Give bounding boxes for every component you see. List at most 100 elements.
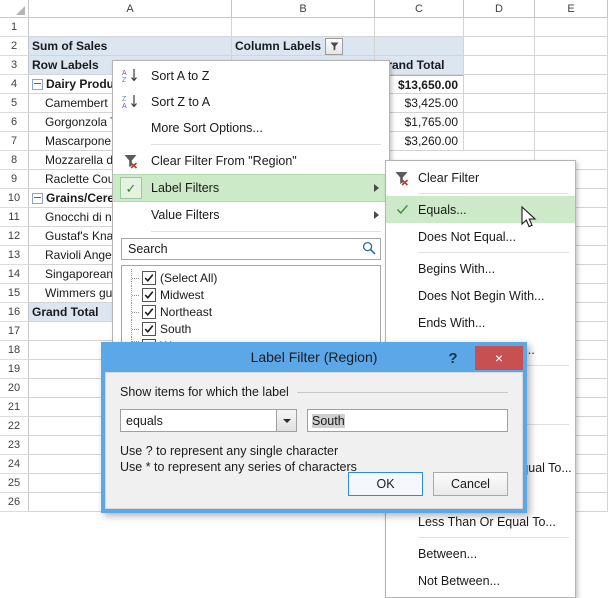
menu-item-sort-a-to-z[interactable]: A Z Sort A to Z [113, 63, 389, 89]
cell-a2[interactable]: Sum of Sales [29, 37, 232, 56]
checklist-item-select-all[interactable]: (Select All) [124, 269, 378, 286]
checklist-item-label: Northeast [160, 304, 213, 319]
cell-d2[interactable] [464, 37, 535, 56]
row-header-23[interactable]: 23 [0, 436, 29, 455]
row-header-9[interactable]: 9 [0, 170, 29, 189]
column-header-b[interactable]: B [232, 0, 375, 18]
checkbox-icon[interactable] [142, 287, 156, 302]
row-header-14[interactable]: 14 [0, 265, 29, 284]
cell-b2-label: Column Labels [235, 39, 322, 53]
row-header-19[interactable]: 19 [0, 360, 29, 379]
cell-b2[interactable]: Column Labels [232, 37, 375, 56]
label-filter-dialog: Label Filter (Region) ? × Show items for… [101, 342, 527, 513]
column-header-e[interactable]: E [535, 0, 608, 18]
search-icon[interactable] [362, 241, 376, 258]
cell-e2[interactable] [535, 37, 608, 56]
checklist-item-south[interactable]: South [124, 320, 378, 337]
submenu-item-ends-with[interactable]: Ends With... [386, 309, 575, 336]
cell-e7[interactable] [535, 132, 608, 151]
collapse-icon[interactable] [32, 78, 43, 90]
cell-d6[interactable] [464, 113, 535, 132]
row-header-20[interactable]: 20 [0, 379, 29, 398]
row-header-16[interactable]: 16 [0, 303, 29, 322]
row-header-21[interactable]: 21 [0, 398, 29, 417]
collapse-icon[interactable] [32, 192, 43, 204]
row-header-2[interactable]: 2 [0, 37, 29, 56]
checklist-item-midwest[interactable]: Midwest [124, 286, 378, 303]
group-rule [296, 391, 508, 393]
svg-text:Z: Z [122, 96, 127, 103]
filter-value-input[interactable]: South [307, 409, 508, 432]
menu-item-label-filters[interactable]: ✓ Label Filters [113, 174, 389, 202]
submenu-item-not-between[interactable]: Not Between... [386, 567, 575, 594]
search-box[interactable] [121, 238, 381, 260]
clear-filter-icon [119, 151, 143, 171]
svg-text:A: A [122, 103, 127, 110]
column-header-c[interactable]: C [375, 0, 464, 18]
column-header-d[interactable]: D [464, 0, 535, 18]
cell-d3[interactable] [464, 56, 535, 75]
row-header-6[interactable]: 6 [0, 113, 29, 132]
search-input[interactable] [126, 241, 362, 257]
help-button[interactable]: ? [439, 346, 467, 370]
row-header-25[interactable]: 25 [0, 474, 29, 493]
row-header-12[interactable]: 12 [0, 227, 29, 246]
tree-line [131, 286, 140, 303]
operator-select[interactable]: equals [120, 409, 297, 432]
submenu-item-label: Between... [418, 546, 478, 561]
cell-d4[interactable] [464, 75, 535, 94]
row-header-8[interactable]: 8 [0, 151, 29, 170]
cell-e5[interactable] [535, 94, 608, 113]
select-all-corner[interactable] [0, 0, 29, 18]
checklist-item-northeast[interactable]: Northeast [124, 303, 378, 320]
cell-c2[interactable] [375, 37, 464, 56]
cell-e4[interactable] [535, 75, 608, 94]
tree-line [131, 320, 140, 337]
filter-value-text: South [312, 413, 345, 428]
row-header-26[interactable]: 26 [0, 493, 29, 512]
cell-e1[interactable] [535, 18, 608, 37]
ok-button[interactable]: OK [348, 472, 423, 496]
menu-item-clear-filter-from-region[interactable]: Clear Filter From "Region" [113, 148, 389, 174]
cell-e3[interactable] [535, 56, 608, 75]
menu-item-more-sort-options[interactable]: More Sort Options... [113, 115, 389, 141]
row-header-1[interactable]: 1 [0, 18, 29, 37]
row-header-11[interactable]: 11 [0, 208, 29, 227]
submenu-item-between[interactable]: Between... [386, 540, 575, 567]
cell-b1[interactable] [232, 18, 375, 37]
cell-d1[interactable] [464, 18, 535, 37]
cell-c1[interactable] [375, 18, 464, 37]
row-header-7[interactable]: 7 [0, 132, 29, 151]
checkbox-icon[interactable] [142, 304, 156, 319]
row-header-3[interactable]: 3 [0, 56, 29, 75]
checkbox-icon[interactable] [142, 321, 156, 336]
cell-d7[interactable] [464, 132, 535, 151]
cell-a1[interactable] [29, 18, 232, 37]
row-header-5[interactable]: 5 [0, 94, 29, 113]
row-header-10[interactable]: 10 [0, 189, 29, 208]
row-header-24[interactable]: 24 [0, 455, 29, 474]
column-header-a[interactable]: A [29, 0, 232, 18]
close-button[interactable]: × [475, 346, 523, 370]
row-header-18[interactable]: 18 [0, 341, 29, 360]
cell-e6[interactable] [535, 113, 608, 132]
cancel-button[interactable]: Cancel [433, 472, 508, 496]
chevron-down-icon[interactable] [276, 410, 296, 431]
submenu-item-equals[interactable]: Equals... [386, 196, 575, 223]
svg-text:Z: Z [122, 77, 127, 84]
cell-d5[interactable] [464, 94, 535, 113]
row-header-13[interactable]: 13 [0, 246, 29, 265]
submenu-item-does-not-begin-with[interactable]: Does Not Begin With... [386, 282, 575, 309]
menu-item-sort-z-to-a[interactable]: Z A Sort Z to A [113, 89, 389, 115]
submenu-item-does-not-equal[interactable]: Does Not Equal... [386, 223, 575, 250]
submenu-item-begins-with[interactable]: Begins With... [386, 255, 575, 282]
checkbox-icon[interactable] [142, 270, 156, 285]
row-header-22[interactable]: 22 [0, 417, 29, 436]
no-icon [119, 205, 143, 225]
row-header-15[interactable]: 15 [0, 284, 29, 303]
row-header-4[interactable]: 4 [0, 75, 29, 94]
menu-item-value-filters[interactable]: Value Filters [113, 202, 389, 228]
row-header-17[interactable]: 17 [0, 322, 29, 341]
submenu-item-clear-filter[interactable]: Clear Filter [386, 164, 575, 191]
column-labels-filter-button[interactable] [325, 37, 344, 55]
